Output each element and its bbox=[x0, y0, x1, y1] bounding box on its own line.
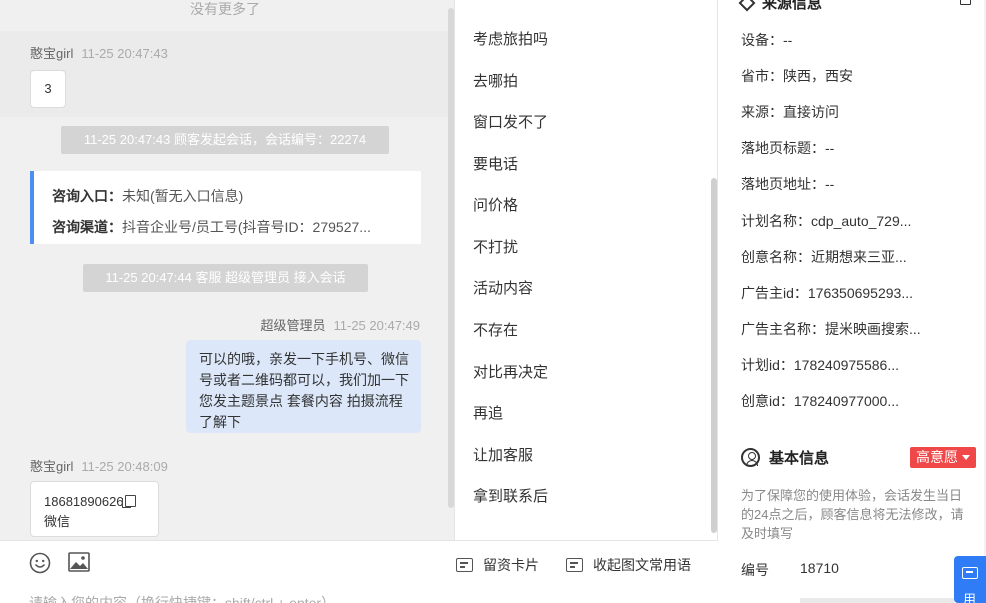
message-header: 超级管理员 11-25 20:47:49 bbox=[260, 315, 420, 334]
copy-icon[interactable] bbox=[121, 495, 136, 508]
quick-reply-item[interactable]: 让加客服 bbox=[473, 444, 533, 465]
system-message: 11-25 20:47:43 顾客发起会话，会话编号：22274 bbox=[61, 126, 389, 154]
edit-icon[interactable] bbox=[960, 0, 971, 5]
number-value[interactable]: 18710 bbox=[800, 560, 839, 576]
number-label: 编号 bbox=[741, 562, 769, 578]
card-icon bbox=[456, 558, 473, 572]
message-time: 11-25 20:47:43 bbox=[81, 46, 168, 61]
message-icon bbox=[962, 567, 978, 579]
image-icon[interactable] bbox=[68, 551, 90, 573]
quick-reply-item[interactable]: 活动内容 bbox=[473, 277, 533, 298]
chat-scrollbar[interactable] bbox=[448, 8, 454, 508]
collapse-phrases-button[interactable]: 收起图文常用语 bbox=[566, 555, 691, 575]
quick-reply-scrollbar[interactable] bbox=[711, 178, 717, 533]
card-icon bbox=[566, 558, 583, 572]
message-input[interactable]: 请输入您的内容（换行快捷键：shift/ctrl + enter） bbox=[29, 593, 335, 603]
phone-number: 18681890626 bbox=[44, 494, 124, 509]
quick-reply-item[interactable]: 考虑旅拍吗 bbox=[473, 28, 548, 49]
quick-reply-item[interactable]: 问价格 bbox=[473, 194, 518, 215]
consult-channel-row: 咨询渠道：抖音企业号/员工号(抖音号ID：279527... bbox=[52, 219, 371, 235]
diamond-icon bbox=[738, 0, 756, 11]
quick-reply-item[interactable]: 不存在 bbox=[473, 319, 518, 340]
quick-reply-item[interactable]: 拿到联系后 bbox=[473, 485, 548, 506]
message-header: 憨宝girl 11-25 20:47:43 bbox=[30, 43, 168, 62]
chat-panel: 没有更多了 憨宝girl 11-25 20:47:43 3 11-25 20:47… bbox=[0, 0, 455, 540]
floating-service-button[interactable]: 用 bbox=[954, 556, 986, 603]
quick-reply-item[interactable]: 再追 bbox=[473, 402, 503, 423]
person-icon bbox=[741, 448, 760, 467]
consult-entry-row: 咨询入口：未知(暂无入口信息) bbox=[52, 188, 244, 204]
phone-message-card: 18681890626 微信 bbox=[30, 481, 159, 537]
plan-id-row: 计划id：178240975586... bbox=[741, 357, 899, 373]
scroll-track bbox=[800, 598, 954, 603]
system-message: 11-25 20:47:44 客服 超级管理员 接入会话 bbox=[83, 264, 368, 292]
basic-info-title: 基本信息 bbox=[741, 447, 829, 468]
quick-reply-item[interactable]: 去哪拍 bbox=[473, 70, 518, 91]
landing-url-row: 落地页地址：-- bbox=[741, 176, 835, 192]
source-info-title: 来源信息 bbox=[738, 0, 822, 13]
region-row: 省市：陕西，西安 bbox=[741, 68, 853, 84]
advertiser-id-row: 广告主id：176350695293... bbox=[741, 285, 913, 301]
caret-down-icon bbox=[962, 455, 970, 460]
source-row: 来源：直接访问 bbox=[741, 104, 839, 120]
sender-name: 超级管理员 bbox=[260, 318, 326, 333]
quick-reply-item[interactable]: 对比再决定 bbox=[473, 361, 548, 382]
quick-reply-item[interactable]: 要电话 bbox=[473, 153, 518, 174]
message-time: 11-25 20:47:49 bbox=[333, 318, 421, 333]
advertiser-name-row: 广告主名称：提米映画搜索... bbox=[741, 321, 921, 337]
landing-title-row: 落地页标题：-- bbox=[741, 140, 835, 156]
quick-reply-item[interactable]: 不打扰 bbox=[473, 236, 518, 257]
message-bubble: 3 bbox=[30, 70, 66, 108]
lead-card-button[interactable]: 留资卡片 bbox=[456, 555, 539, 575]
intent-dropdown[interactable]: 高意愿 bbox=[910, 447, 976, 468]
message-header: 憨宝girl 11-25 20:48:09 bbox=[30, 456, 168, 475]
edit-notice: 为了保障您的使用体验，会话发生当日的24点之后，顾客信息将无法修改，请及时填写 bbox=[741, 488, 964, 541]
consult-info-card: 咨询入口：未知(暂无入口信息) 咨询渠道：抖音企业号/员工号(抖音号ID：279… bbox=[30, 171, 421, 244]
quick-reply-panel: 考虑旅拍吗 去哪拍 窗口发不了 要电话 问价格 不打扰 活动内容 不存在 对比再… bbox=[455, 0, 718, 540]
plan-name-row: 计划名称：cdp_auto_729... bbox=[741, 213, 912, 229]
smile-icon[interactable] bbox=[29, 552, 51, 574]
sender-name: 憨宝girl bbox=[30, 459, 74, 474]
device-row: 设备：-- bbox=[741, 32, 793, 48]
phone-type-label: 微信 bbox=[44, 514, 71, 529]
sender-name: 憨宝girl bbox=[30, 46, 74, 61]
quick-reply-item[interactable]: 窗口发不了 bbox=[473, 111, 548, 132]
creative-id-row: 创意id：178240977000... bbox=[741, 393, 899, 409]
message-time: 11-25 20:48:09 bbox=[81, 459, 168, 474]
agent-message-bubble: 可以的哦，亲发一下手机号、微信号或者二维码都可以，我们加一下您发主题景点 套餐内… bbox=[186, 340, 421, 433]
creative-name-row: 创意名称：近期想来三亚... bbox=[741, 249, 907, 265]
message-input-area: 留资卡片 收起图文常用语 请输入您的内容（换行快捷键：shift/ctrl + … bbox=[0, 540, 718, 603]
no-more-hint: 没有更多了 bbox=[190, 1, 260, 17]
customer-info-panel: 来源信息 设备：-- 省市：陕西，西安 来源：直接访问 落地页标题：-- 落地页… bbox=[719, 0, 986, 603]
